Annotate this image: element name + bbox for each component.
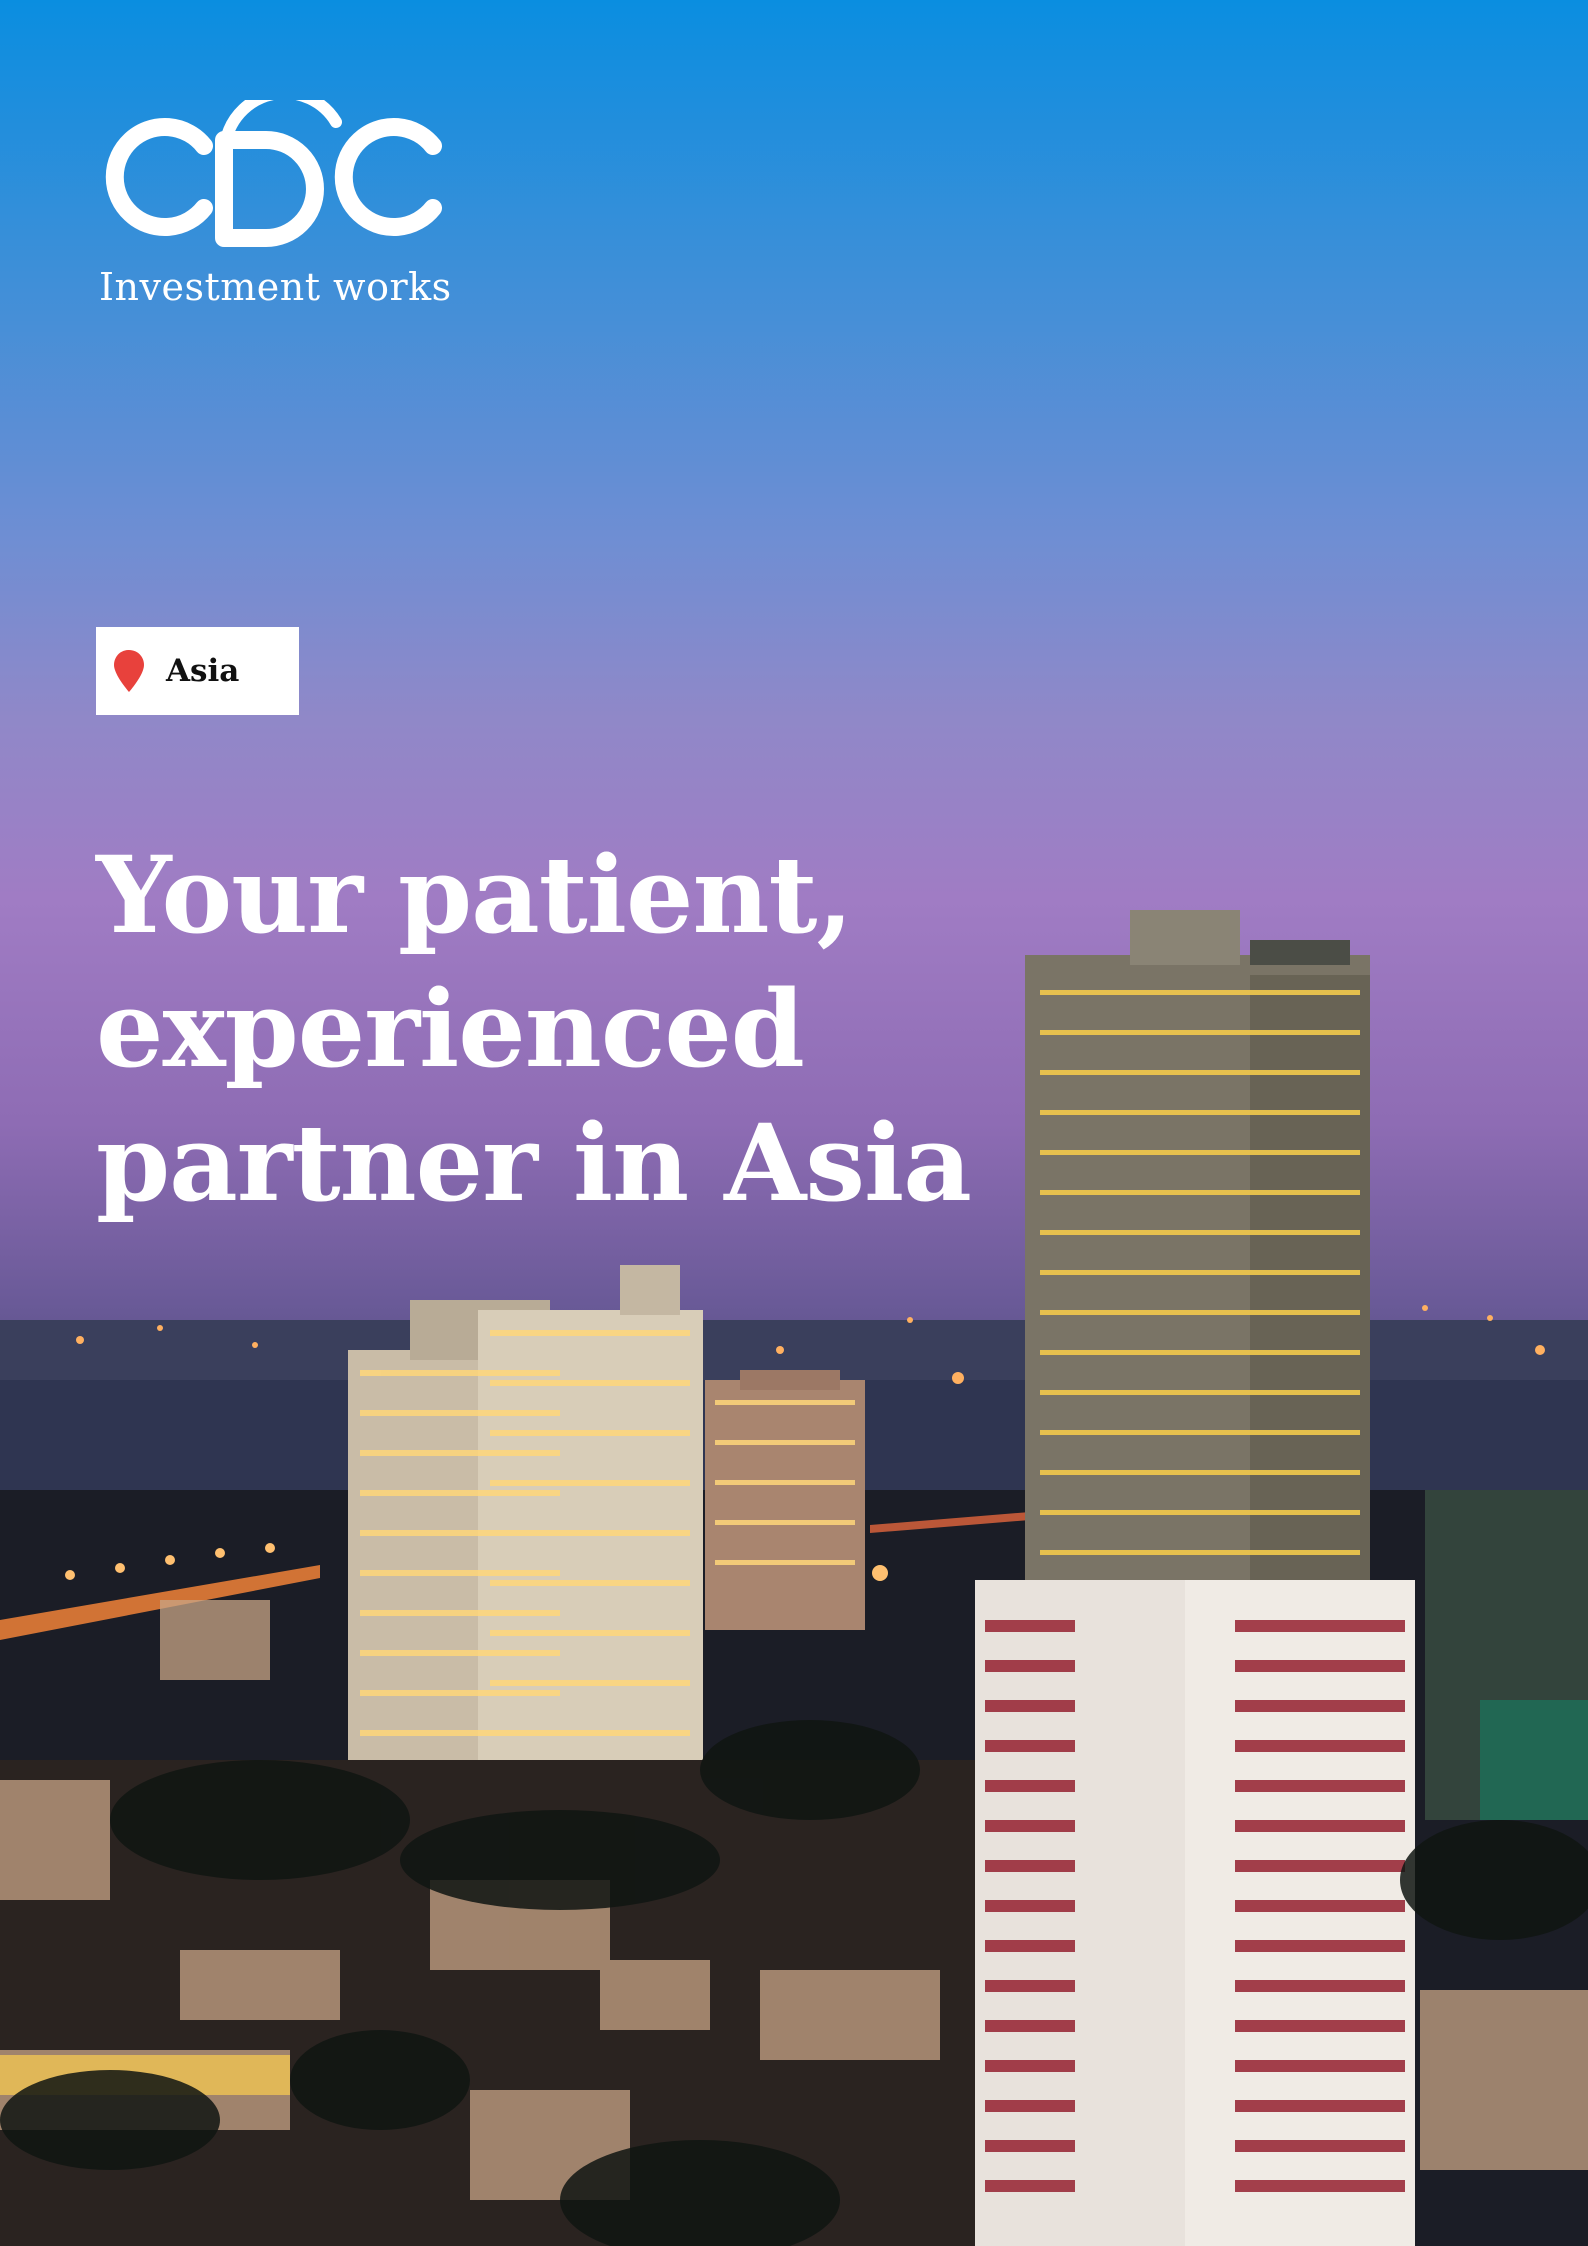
logo-tagline: Investment works — [99, 265, 452, 309]
location-label: Asia — [166, 653, 240, 689]
headline: Your patient, experienced partner in Asi… — [96, 828, 972, 1230]
headline-line: Your patient, — [96, 832, 853, 957]
location-tag[interactable]: Asia — [96, 627, 299, 715]
cdc-logo[interactable]: Investment works — [96, 100, 451, 310]
headline-line: partner in Asia — [96, 1100, 972, 1225]
map-pin-icon — [114, 650, 144, 692]
cdc-logo-mark — [105, 100, 442, 247]
headline-line: experienced — [96, 966, 805, 1091]
